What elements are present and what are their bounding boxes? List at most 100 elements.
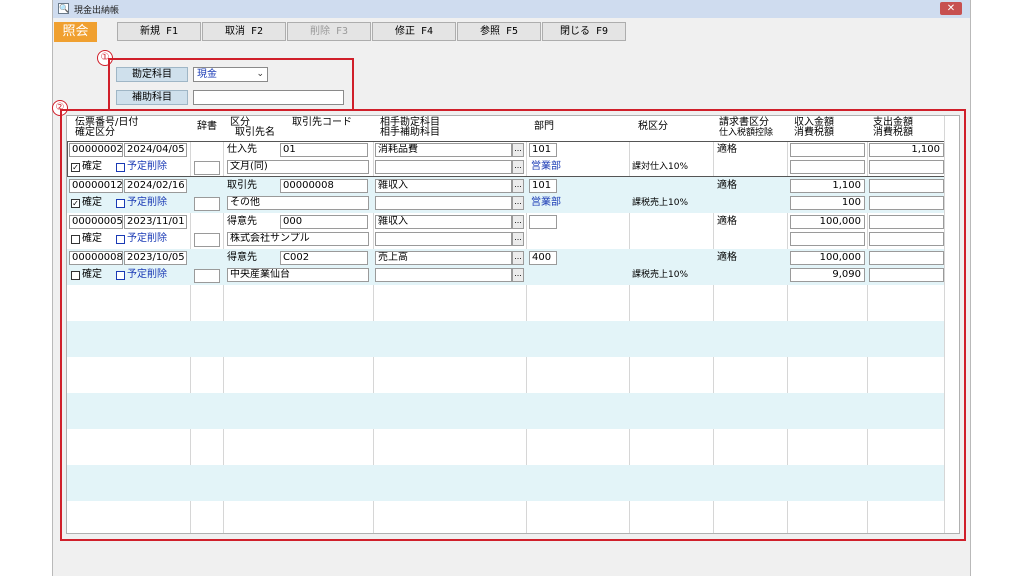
slip-no-field[interactable]: 00000008 bbox=[69, 251, 123, 265]
counter-sub-lookup-button[interactable]: ... bbox=[512, 232, 524, 246]
counter-account-field[interactable]: 売上高 bbox=[375, 251, 512, 265]
table-row[interactable]: 00000005 2023/11/01 確定 予定削除 得意先 000 株式会社… bbox=[67, 213, 959, 249]
expense-amount-field[interactable] bbox=[869, 251, 944, 265]
empty-row[interactable] bbox=[67, 429, 959, 465]
dept-code-field[interactable] bbox=[529, 215, 557, 229]
confirm-label: 確定 bbox=[82, 197, 102, 208]
account-select[interactable]: 現金 ⌄ bbox=[193, 67, 268, 82]
invoice-type: 適格 bbox=[717, 216, 737, 227]
dict-field[interactable] bbox=[194, 197, 220, 211]
grid-header: 伝票番号/日付 確定区分 辞書 区分 取引先名 取引先コード 相手勘定科目 相手… bbox=[67, 116, 959, 142]
date-field[interactable]: 2024/04/05 bbox=[124, 143, 187, 157]
expense-tax-field[interactable] bbox=[869, 196, 944, 210]
expense-tax-field[interactable] bbox=[869, 268, 944, 282]
pending-delete-checkbox[interactable] bbox=[116, 271, 125, 280]
counter-account-field[interactable]: 消耗品費 bbox=[375, 143, 512, 157]
dict-field[interactable] bbox=[194, 233, 220, 247]
invoice-type: 適格 bbox=[717, 144, 737, 155]
empty-row[interactable] bbox=[67, 285, 959, 321]
confirm-checkbox[interactable] bbox=[71, 235, 80, 244]
confirm-checkbox[interactable]: ✓ bbox=[71, 163, 80, 172]
counter-account-lookup-button[interactable]: ... bbox=[512, 179, 524, 193]
dept-name: 営業部 bbox=[531, 161, 561, 172]
date-field[interactable]: 2023/10/05 bbox=[124, 251, 187, 265]
partner-code-field[interactable]: 01 bbox=[280, 143, 368, 157]
pending-delete-checkbox[interactable] bbox=[116, 199, 125, 208]
empty-row[interactable] bbox=[67, 357, 959, 393]
sub-account-label: 補助科目 bbox=[116, 90, 188, 105]
expense-amount-field[interactable] bbox=[869, 179, 944, 193]
kubun-text: 得意先 bbox=[227, 252, 257, 263]
empty-row[interactable] bbox=[67, 501, 959, 533]
table-row[interactable]: 00000012 2024/02/16 ✓ 確定 予定削除 取引先 000000… bbox=[67, 177, 959, 213]
dept-code-field[interactable]: 101 bbox=[529, 179, 557, 193]
counter-sub-lookup-button[interactable]: ... bbox=[512, 196, 524, 210]
income-amount-field[interactable]: 100,000 bbox=[790, 215, 865, 229]
slip-no-field[interactable]: 00000005 bbox=[69, 215, 123, 229]
empty-row[interactable] bbox=[67, 393, 959, 429]
counter-account-lookup-button[interactable]: ... bbox=[512, 143, 524, 157]
pending-delete-checkbox[interactable] bbox=[116, 163, 125, 172]
counter-sub-field[interactable] bbox=[375, 268, 512, 282]
income-tax-field[interactable]: 100 bbox=[790, 196, 865, 210]
counter-account-lookup-button[interactable]: ... bbox=[512, 251, 524, 265]
table-row[interactable]: 00000002 2024/04/05 ✓ 確定 予定削除 仕入先 01 文月(… bbox=[67, 141, 959, 177]
counter-sub-field[interactable] bbox=[375, 232, 512, 246]
header-confirm: 確定区分 bbox=[75, 127, 115, 138]
dept-code-field[interactable]: 101 bbox=[529, 143, 557, 157]
new-button[interactable]: 新規 F1 bbox=[117, 22, 201, 41]
edit-button[interactable]: 修正 F4 bbox=[372, 22, 456, 41]
close-button[interactable]: 閉じる F9 bbox=[542, 22, 626, 41]
expense-amount-field[interactable] bbox=[869, 215, 944, 229]
window-close-button[interactable]: ✕ bbox=[940, 2, 962, 15]
partner-code-field[interactable]: 000 bbox=[280, 215, 368, 229]
partner-code-field[interactable]: 00000008 bbox=[280, 179, 368, 193]
header-tax: 税区分 bbox=[638, 121, 668, 132]
partner-code-field[interactable]: C002 bbox=[280, 251, 368, 265]
counter-sub-lookup-button[interactable]: ... bbox=[512, 268, 524, 282]
delete-button[interactable]: 削除 F3 bbox=[287, 22, 371, 41]
income-tax-field[interactable] bbox=[790, 232, 865, 246]
date-field[interactable]: 2023/11/01 bbox=[124, 215, 187, 229]
counter-sub-lookup-button[interactable]: ... bbox=[512, 160, 524, 174]
income-tax-field[interactable]: 9,090 bbox=[790, 268, 865, 282]
dict-field[interactable] bbox=[194, 161, 220, 175]
counter-sub-field[interactable] bbox=[375, 160, 512, 174]
counter-account-lookup-button[interactable]: ... bbox=[512, 215, 524, 229]
income-tax-field[interactable] bbox=[790, 160, 865, 174]
date-field[interactable]: 2024/02/16 bbox=[124, 179, 187, 193]
cancel-button[interactable]: 取消 F2 bbox=[202, 22, 286, 41]
counter-account-field[interactable]: 雑収入 bbox=[375, 215, 512, 229]
slip-no-field[interactable]: 00000002 bbox=[69, 143, 123, 157]
counter-sub-field[interactable] bbox=[375, 196, 512, 210]
reference-button[interactable]: 参照 F5 bbox=[457, 22, 541, 41]
expense-amount-field[interactable]: 1,100 bbox=[869, 143, 944, 157]
partner-name-field[interactable]: 株式会社サンプル bbox=[227, 232, 369, 246]
header-purchase-deduct: 仕入税額控除 bbox=[719, 128, 774, 138]
income-amount-field[interactable] bbox=[790, 143, 865, 157]
partner-name-field[interactable]: 中央産業仙台 bbox=[227, 268, 369, 282]
empty-row[interactable] bbox=[67, 321, 959, 357]
expense-tax-field[interactable] bbox=[869, 160, 944, 174]
confirm-checkbox[interactable]: ✓ bbox=[71, 199, 80, 208]
income-amount-field[interactable]: 1,100 bbox=[790, 179, 865, 193]
partner-name-field[interactable]: その他 bbox=[227, 196, 369, 210]
pending-delete-checkbox[interactable] bbox=[116, 235, 125, 244]
table-row[interactable]: 00000008 2023/10/05 確定 予定削除 得意先 C002 中央産… bbox=[67, 249, 959, 285]
dept-code-field[interactable]: 400 bbox=[529, 251, 557, 265]
kubun-text: 仕入先 bbox=[227, 144, 257, 155]
dict-field[interactable] bbox=[194, 269, 220, 283]
vertical-scrollbar[interactable] bbox=[944, 116, 959, 533]
slip-no-field[interactable]: 00000012 bbox=[69, 179, 123, 193]
confirm-label: 確定 bbox=[82, 269, 102, 280]
counter-account-field[interactable]: 雑収入 bbox=[375, 179, 512, 193]
pending-delete-label: 予定削除 bbox=[127, 197, 167, 208]
empty-row[interactable] bbox=[67, 465, 959, 501]
confirm-checkbox[interactable] bbox=[71, 271, 80, 280]
sub-account-field[interactable] bbox=[193, 90, 344, 105]
confirm-label: 確定 bbox=[82, 233, 102, 244]
income-amount-field[interactable]: 100,000 bbox=[790, 251, 865, 265]
header-invoice: 請求書区分 bbox=[719, 117, 769, 128]
expense-tax-field[interactable] bbox=[869, 232, 944, 246]
partner-name-field[interactable]: 文月(同) bbox=[227, 160, 369, 174]
